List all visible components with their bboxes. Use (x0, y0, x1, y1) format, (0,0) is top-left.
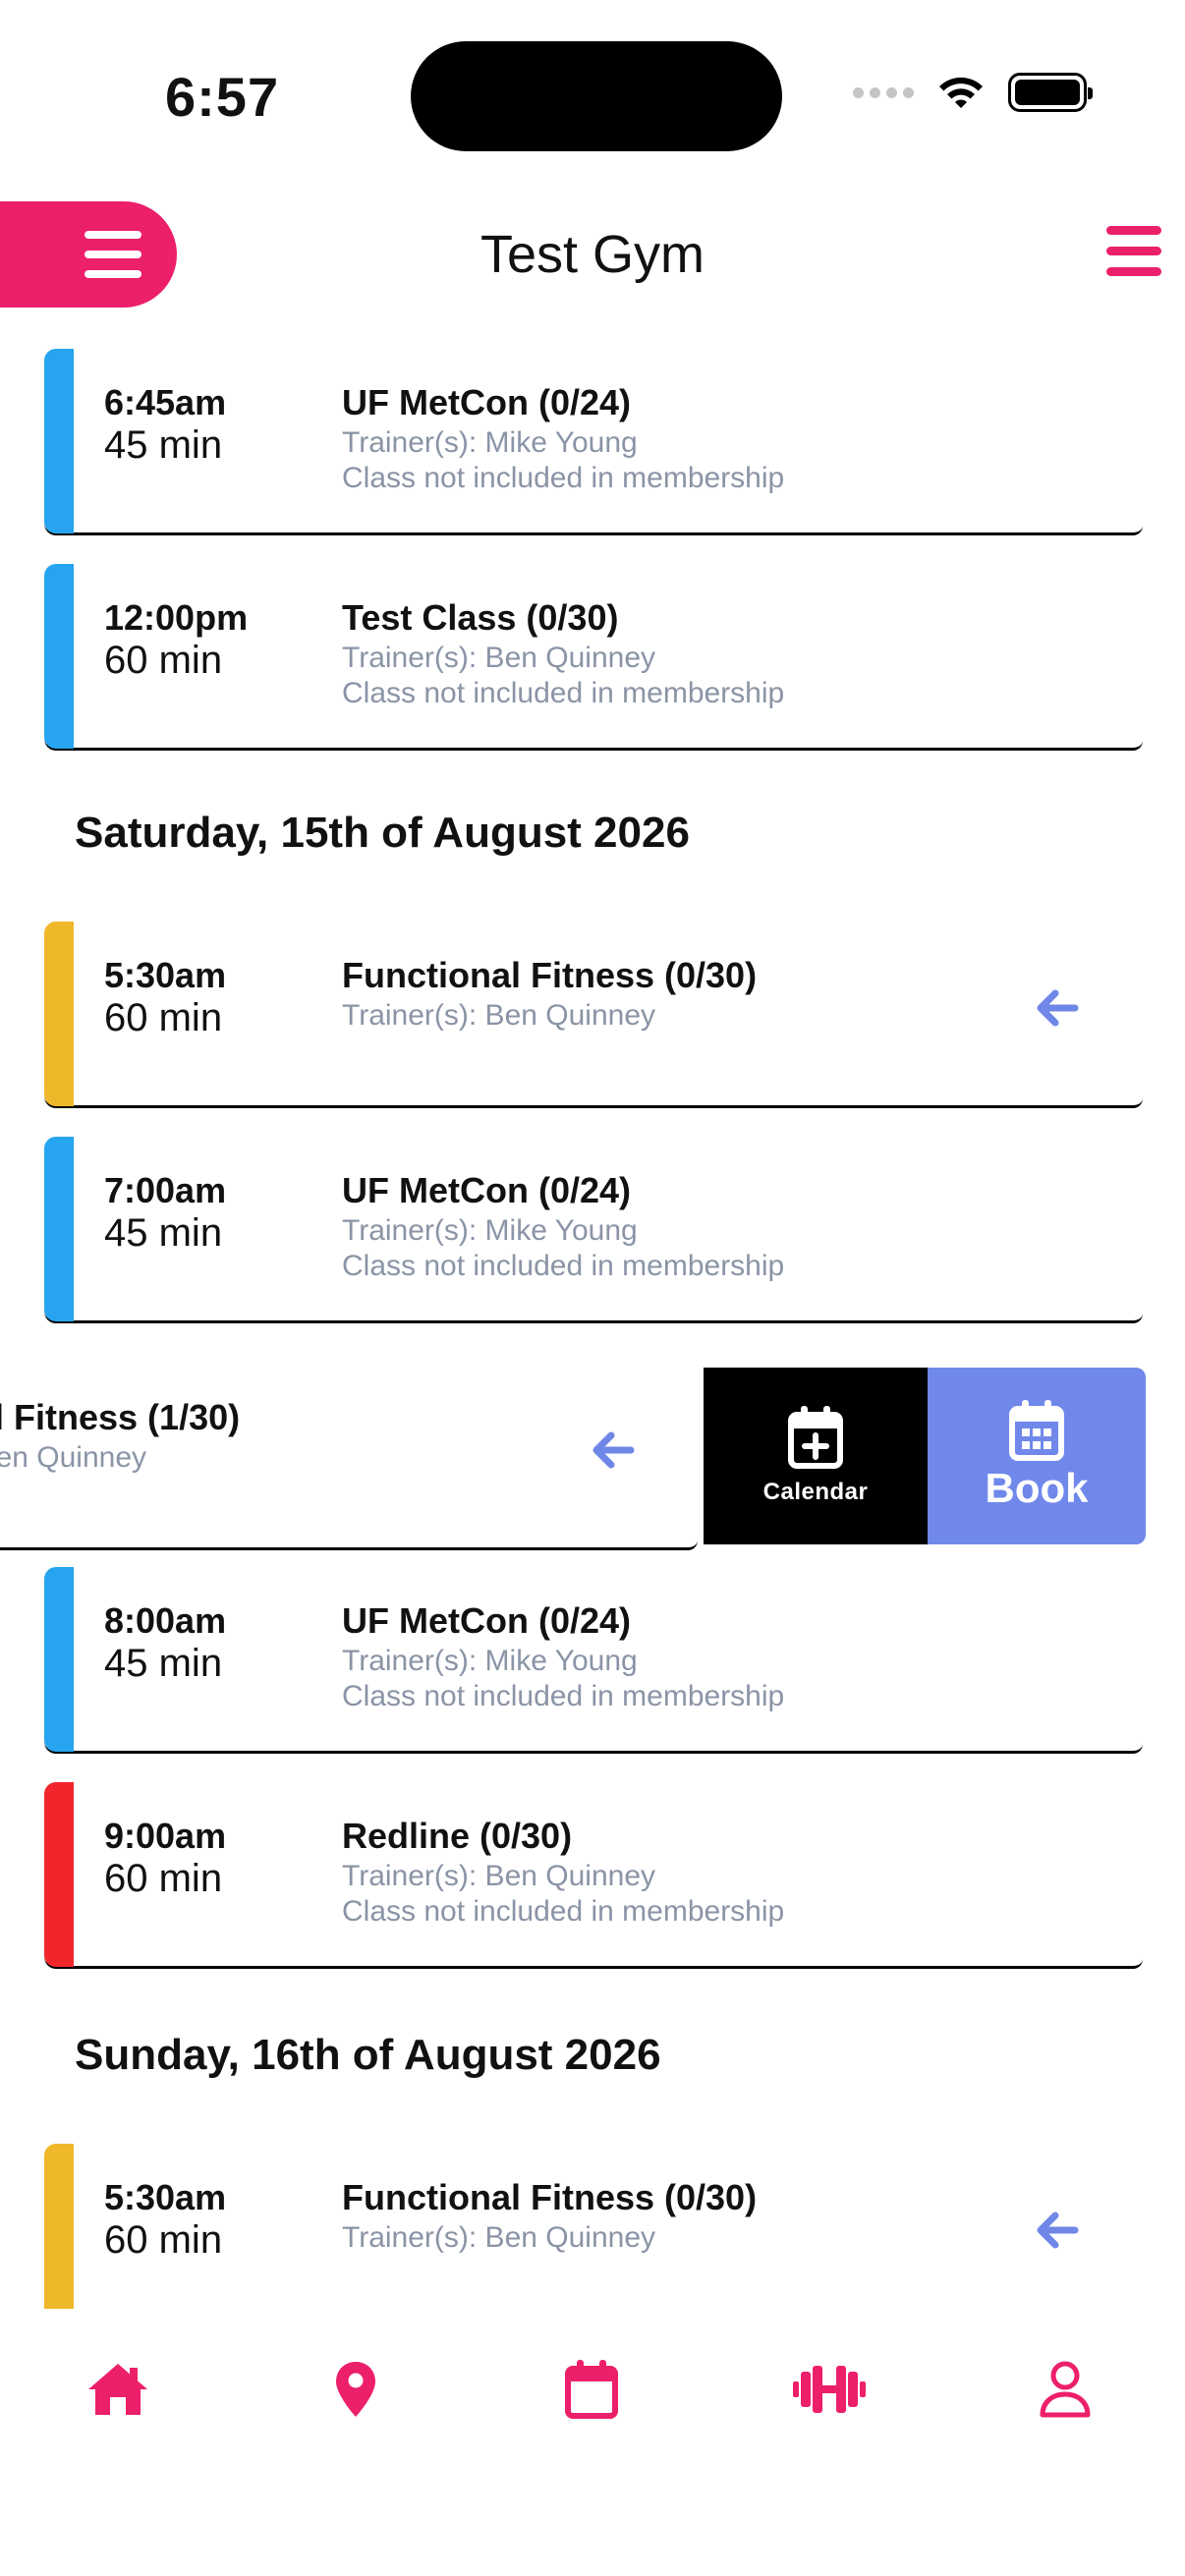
nav-workouts[interactable] (790, 2350, 869, 2429)
class-name: UF MetCon (0/24) (342, 382, 632, 422)
nav-profile[interactable] (1026, 2350, 1104, 2429)
class-note: Class not included in membership (342, 677, 785, 709)
class-note: Class not included in membership (342, 1895, 785, 1928)
bottom-navigation (0, 2309, 1185, 2576)
home-icon (88, 2364, 147, 2415)
class-color-stripe (44, 1782, 74, 1967)
class-name: Functional Fitness (0/30) (342, 2177, 758, 2217)
class-card[interactable]: 9:00am 60 min Redline (0/30) Trainer(s):… (44, 1782, 1143, 1969)
status-icons (853, 73, 1093, 112)
class-trainer: Trainer(s): Ben Quinney (342, 2221, 656, 2254)
nav-home[interactable] (79, 2350, 157, 2429)
class-card[interactable]: 6:45am 45 min UF MetCon (0/24) Trainer(s… (44, 349, 1143, 535)
class-note: Class not included in membership (342, 1680, 785, 1712)
class-card[interactable]: 8:00am 45 min UF MetCon (0/24) Trainer(s… (44, 1567, 1143, 1754)
book-action-label: Book (985, 1465, 1089, 1511)
class-color-stripe (44, 1137, 74, 1321)
wifi-icon (939, 77, 983, 108)
cellular-signal-icon (853, 86, 914, 98)
calendar-plus-icon (788, 1406, 843, 1469)
class-schedule-list[interactable]: 6:45am 45 min UF MetCon (0/24) Trainer(s… (0, 349, 1185, 2309)
class-duration: 60 min (104, 996, 223, 1039)
class-card[interactable]: 12:00pm 60 min Test Class (0/30) Trainer… (44, 564, 1143, 751)
dumbbell-icon (793, 2366, 866, 2413)
hamburger-menu-icon (1106, 226, 1161, 276)
swiped-class-card[interactable]: nal Fitness (1/30) Trainer(s): Ben Quinn… (0, 1364, 698, 1550)
class-duration: 60 min (104, 639, 223, 682)
book-button[interactable]: Book (928, 1368, 1146, 1544)
options-menu-button[interactable] (1106, 226, 1161, 282)
class-duration: 60 min (104, 2218, 223, 2262)
day-header: Sunday, 16th of August 2026 (75, 2031, 661, 2079)
class-time: 5:30am (104, 2177, 227, 2217)
class-duration: 45 min (104, 1642, 223, 1685)
class-note: Class not included in membership (342, 462, 785, 494)
class-name: UF MetCon (0/24) (342, 1170, 632, 1210)
class-time: 12:00pm (104, 597, 249, 638)
calendar-icon (1009, 1400, 1064, 1461)
class-trainer: Trainer(s): Ben Quinney (0, 1441, 147, 1474)
arrow-left-icon[interactable] (1032, 2205, 1083, 2256)
class-time: 8:00am (104, 1600, 227, 1641)
nav-locations[interactable] (316, 2350, 395, 2429)
arrow-left-icon[interactable] (588, 1425, 639, 1476)
class-color-stripe (44, 564, 74, 749)
day-header: Saturday, 15th of August 2026 (75, 809, 690, 857)
class-time: 5:30am (104, 955, 227, 995)
class-time: 7:00am (104, 1170, 227, 1210)
class-trainer: Trainer(s): Ben Quinney (342, 642, 656, 674)
class-name: Test Class (0/30) (342, 597, 619, 638)
class-trainer: Trainer(s): Mike Young (342, 426, 638, 459)
class-duration: 45 min (104, 423, 223, 467)
status-time: 6:57 (165, 66, 280, 128)
arrow-left-icon[interactable] (1032, 982, 1083, 1034)
class-duration: 60 min (104, 1857, 223, 1900)
calendar-action-label: Calendar (762, 1479, 869, 1505)
class-name: nal Fitness (1/30) (0, 1397, 241, 1437)
class-card[interactable]: 7:00am 45 min UF MetCon (0/24) Trainer(s… (44, 1137, 1143, 1323)
class-card[interactable]: 5:30am 60 min Functional Fitness (0/30) … (44, 922, 1143, 1108)
class-trainer: Trainer(s): Mike Young (342, 1214, 638, 1247)
class-name: Redline (0/30) (342, 1816, 573, 1856)
profile-icon (1040, 2361, 1091, 2418)
class-trainer: Trainer(s): Ben Quinney (342, 1860, 656, 1892)
class-trainer: Trainer(s): Ben Quinney (342, 999, 656, 1032)
class-duration: 45 min (104, 1211, 223, 1255)
calendar-icon (565, 2360, 618, 2419)
class-color-stripe (44, 1567, 74, 1752)
nav-schedule[interactable] (552, 2350, 631, 2429)
page-title: Test Gym (480, 225, 705, 284)
class-name: Functional Fitness (0/30) (342, 955, 758, 995)
class-card[interactable]: 5:30am 60 min Functional Fitness (0/30) … (44, 2144, 1143, 2309)
class-time: 6:45am (104, 382, 227, 422)
class-color-stripe (44, 349, 74, 533)
battery-icon (1008, 73, 1093, 112)
class-color-stripe (44, 2144, 74, 2309)
add-to-calendar-button[interactable]: Calendar (704, 1368, 928, 1544)
class-color-stripe (44, 922, 74, 1106)
class-name: UF MetCon (0/24) (342, 1600, 632, 1641)
class-time: 9:00am (104, 1816, 227, 1856)
location-pin-icon (336, 2362, 375, 2417)
dynamic-island (411, 41, 782, 151)
class-note: Class not included in membership (342, 1250, 785, 1282)
class-trainer: Trainer(s): Mike Young (342, 1645, 638, 1677)
